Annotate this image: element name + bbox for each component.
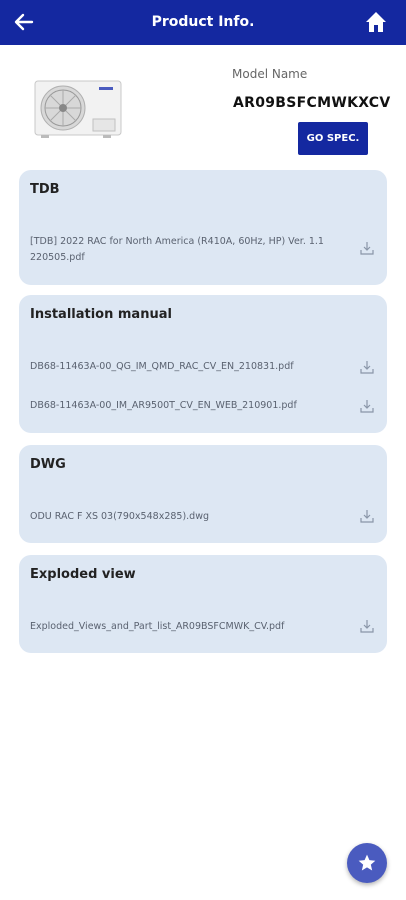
star-icon	[358, 854, 376, 871]
download-icon[interactable]	[359, 398, 375, 414]
home-icon[interactable]	[364, 10, 388, 34]
dwg-card: DWG ODU RAC F XS 03(790x548x285).dwg	[19, 445, 387, 543]
file-link[interactable]: DB68-11463A-00_QG_IM_QMD_RAC_CV_EN_21083…	[30, 359, 350, 375]
download-icon[interactable]	[359, 359, 375, 375]
installation-manual-card: Installation manual DB68-11463A-00_QG_IM…	[19, 295, 387, 433]
download-icon[interactable]	[359, 508, 375, 524]
file-link[interactable]: Exploded_Views_and_Part_list_AR09BSFCMWK…	[30, 619, 350, 635]
download-icon[interactable]	[359, 618, 375, 634]
product-summary: Model Name AR09BSFCMWKXCV GO SPEC.	[0, 45, 406, 165]
go-spec-button[interactable]: GO SPEC.	[298, 122, 368, 155]
tdb-card: TDB [TDB] 2022 RAC for North America (R4…	[19, 170, 387, 285]
favorite-button[interactable]	[347, 843, 387, 883]
page-title: Product Info.	[151, 14, 255, 30]
model-name-label: Model Name	[232, 67, 308, 81]
download-icon[interactable]	[359, 240, 375, 256]
file-link[interactable]: ODU RAC F XS 03(790x548x285).dwg	[30, 509, 350, 525]
model-name-value: AR09BSFCMWKXCV	[233, 95, 391, 111]
exploded-view-card: Exploded view Exploded_Views_and_Part_li…	[19, 555, 387, 653]
file-link[interactable]: [TDB] 2022 RAC for North America (R410A,…	[30, 234, 350, 266]
section-title: TDB	[30, 182, 60, 197]
section-title: Installation manual	[30, 307, 172, 322]
section-title: Exploded view	[30, 567, 136, 582]
section-title: DWG	[30, 457, 66, 472]
app-header: Product Info.	[0, 0, 406, 45]
product-image	[34, 80, 122, 138]
file-link[interactable]: DB68-11463A-00_IM_AR9500T_CV_EN_WEB_2109…	[30, 398, 350, 414]
